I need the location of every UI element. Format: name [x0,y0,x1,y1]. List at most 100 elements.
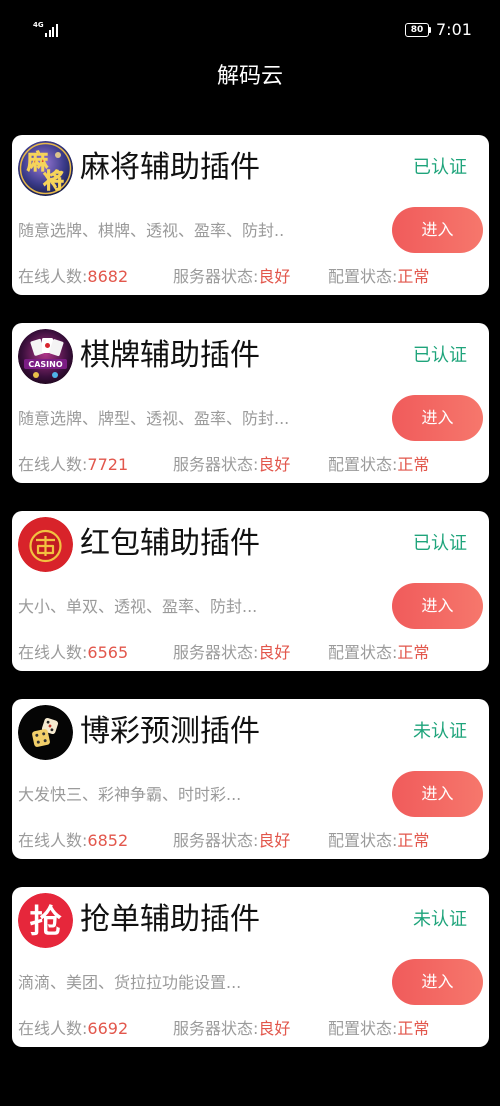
online-label: 在线人数: [18,1019,88,1038]
config-status: 正常 [397,643,430,662]
casino-logo-icon: CASINO [18,329,73,384]
enter-button[interactable]: 进入 [392,207,483,253]
server-label: 服务器状态: [173,1019,259,1038]
config-label: 配置状态: [328,455,398,474]
plugin-card-chess-cards: CASINO 棋牌辅助插件 已认证 随意选牌、牌型、透视、盈率、防封... 进入… [12,323,489,483]
signal-bar [48,30,51,37]
plugin-title: 麻将辅助插件 [80,150,260,185]
config-status-stat: 配置状态:正常 [328,831,429,851]
online-count: 6852 [87,831,129,850]
mahjong-logo-icon: 麻 将 [18,141,73,196]
stats-row: 在线人数:6565 服务器状态:良好 配置状态:正常 [12,643,489,663]
enter-button[interactable]: 进入 [392,771,483,817]
server-label: 服务器状态: [173,643,259,662]
online-count: 7721 [87,455,129,474]
dice-graphic [18,705,73,760]
page-title: 解码云 [216,64,283,89]
online-count: 6565 [87,643,129,662]
plugin-title: 抢单辅助插件 [80,902,260,937]
die-face [32,729,50,747]
grab-order-icon: 抢 [18,893,73,948]
online-count-stat: 在线人数:6852 [18,831,128,851]
plugin-description: 大发快三、彩神争霸、时时彩... [18,785,242,804]
red-envelope-icon [18,517,73,572]
online-count-stat: 在线人数:8682 [18,267,128,287]
config-status: 正常 [397,1019,430,1038]
red-envelope-graphic [18,517,73,572]
clock: 7:01 [436,20,472,39]
server-status: 良好 [258,267,291,286]
plugin-card-grab-order: 抢 抢单辅助插件 未认证 滴滴、美团、货拉拉功能设置... 进入 在线人数:66… [12,887,489,1047]
battery-icon: 80 [405,23,429,37]
online-count-stat: 在线人数:6565 [18,643,128,663]
server-label: 服务器状态: [173,455,259,474]
config-status-stat: 配置状态:正常 [328,267,429,287]
stats-row: 在线人数:8682 服务器状态:良好 配置状态:正常 [12,267,489,287]
verification-status: 已认证 [413,533,467,554]
online-label: 在线人数: [18,831,88,850]
plugin-title: 博彩预测插件 [80,714,260,749]
casino-chip [33,372,39,378]
server-status-stat: 服务器状态:良好 [173,267,290,287]
online-count: 6692 [87,1019,129,1038]
die [32,729,50,747]
casino-logo-graphic: CASINO [18,329,73,384]
signal-bar [52,27,54,37]
plugin-description: 随意选牌、牌型、透视、盈率、防封... [18,409,290,428]
logo-text: CASINO [28,360,62,369]
server-status: 良好 [258,831,291,850]
server-status: 良好 [258,1019,291,1038]
plugin-card-red-envelope: 红包辅助插件 已认证 大小、单双、透视、盈率、防封... 进入 在线人数:656… [12,511,489,671]
online-count-stat: 在线人数:6692 [18,1019,128,1039]
config-status-stat: 配置状态:正常 [328,455,429,475]
enter-button[interactable]: 进入 [392,959,483,1005]
config-status: 正常 [397,455,430,474]
verification-status: 未认证 [413,721,467,742]
plugin-card-mahjong: 麻 将 麻将辅助插件 已认证 随意选牌、棋牌、透视、盈率、防封.. 进入 在线人… [12,135,489,295]
logo-text: 抢 [29,902,62,940]
casino-chip [52,372,58,378]
online-count: 8682 [87,267,129,286]
mahjong-logo-graphic: 麻 将 [18,141,73,196]
verification-status: 已认证 [413,345,467,366]
dice-icon [18,705,73,760]
logo-symbol [36,536,55,556]
server-status: 良好 [258,643,291,662]
plugin-description: 大小、单双、透视、盈率、防封... [18,597,258,616]
plugin-description: 随意选牌、棋牌、透视、盈率、防封.. [18,221,285,240]
battery-nub [429,27,431,33]
server-status-stat: 服务器状态:良好 [173,831,290,851]
config-label: 配置状态: [328,831,398,850]
plugin-title: 红包辅助插件 [80,526,260,561]
verification-status: 未认证 [413,909,467,930]
logo-background [18,329,73,384]
signal-bar [45,33,47,37]
config-status: 正常 [397,831,430,850]
stats-row: 在线人数:6852 服务器状态:良好 配置状态:正常 [12,831,489,851]
logo-sparkle [55,152,61,158]
enter-button[interactable]: 进入 [392,395,483,441]
enter-button[interactable]: 进入 [392,583,483,629]
signal-icon [45,24,58,37]
config-status-stat: 配置状态:正常 [328,1019,429,1039]
online-label: 在线人数: [18,267,88,286]
online-count-stat: 在线人数:7721 [18,455,128,475]
config-status-stat: 配置状态:正常 [328,643,429,663]
status-bar: 4G 80 7:01 [0,0,500,56]
verification-status: 已认证 [413,157,467,178]
server-status-stat: 服务器状态:良好 [173,1019,290,1039]
server-label: 服务器状态: [173,267,259,286]
server-status-stat: 服务器状态:良好 [173,643,290,663]
config-label: 配置状态: [328,267,398,286]
signal-bar [55,24,58,37]
grab-order-graphic: 抢 [18,893,73,948]
config-status: 正常 [397,267,430,286]
plugin-card-lottery-prediction: 博彩预测插件 未认证 大发快三、彩神争霸、时时彩... 进入 在线人数:6852… [12,699,489,859]
server-status: 良好 [258,455,291,474]
stats-row: 在线人数:7721 服务器状态:良好 配置状态:正常 [12,455,489,475]
plugin-title: 棋牌辅助插件 [80,338,260,373]
plugin-description: 滴滴、美团、货拉拉功能设置... [18,973,242,992]
online-label: 在线人数: [18,643,88,662]
server-status-stat: 服务器状态:良好 [173,455,290,475]
card-suit [45,343,50,348]
